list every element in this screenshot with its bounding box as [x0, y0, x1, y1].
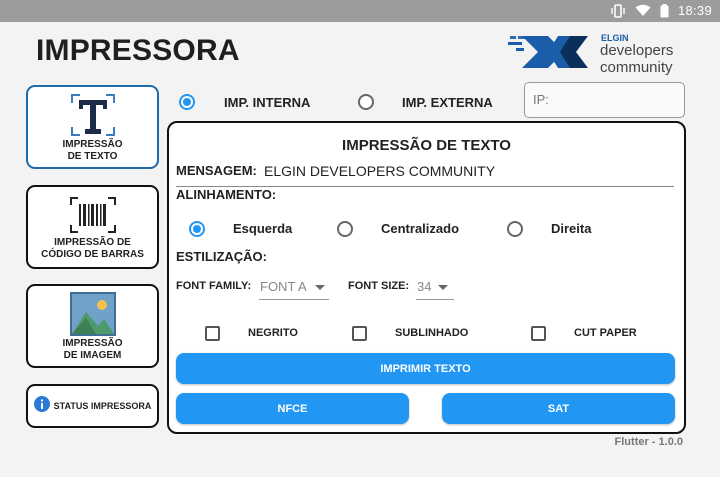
external-printer-label: IMP. EXTERNA	[402, 95, 493, 110]
sidebar-item-label: IMPRESSÃO DE IMAGEM	[62, 338, 123, 361]
align-center-label: Centralizado	[381, 221, 460, 236]
logo-line1: developers	[600, 42, 674, 59]
radio-align-center[interactable]	[337, 221, 353, 237]
internal-printer-label: IMP. INTERNA	[224, 95, 311, 110]
font-size-label: FONT SIZE:	[348, 280, 410, 292]
checkbox-underline-label: SUBLINHADO	[395, 327, 469, 339]
nfce-button[interactable]: NFCE	[176, 393, 409, 424]
ip-input[interactable]: IP:	[524, 82, 685, 118]
elgin-developers-logo: ELGIN developers community	[508, 30, 688, 78]
font-size-underline	[416, 299, 454, 300]
checkbox-underline[interactable]	[352, 326, 367, 341]
font-family-underline	[259, 299, 329, 300]
radio-align-left[interactable]	[189, 221, 205, 237]
print-text-button[interactable]: IMPRIMIR TEXTO	[176, 353, 675, 384]
battery-icon	[660, 3, 669, 18]
font-family-label: FONT FAMILY:	[176, 280, 252, 292]
barcode-icon	[28, 197, 157, 233]
message-input[interactable]: ELGIN DEVELOPERS COMMUNITY	[264, 163, 495, 179]
info-icon	[33, 396, 50, 416]
image-icon	[28, 292, 157, 336]
styling-label: ESTILIZAÇÃO:	[176, 249, 267, 264]
sidebar-item-label: IMPRESSÃO DE CÓDIGO DE BARRAS	[41, 237, 144, 260]
checkbox-cut-paper[interactable]	[531, 326, 546, 341]
vibrate-icon	[610, 3, 626, 18]
sidebar-item-text-printing[interactable]: IMPRESSÃO DE TEXTO	[26, 85, 159, 169]
sat-button[interactable]: SAT	[442, 393, 675, 424]
sidebar-item-printer-status[interactable]: STATUS IMPRESSORA	[26, 384, 159, 428]
message-label: MENSAGEM:	[176, 163, 257, 178]
checkbox-bold[interactable]	[205, 326, 220, 341]
logo-line2: community	[600, 59, 673, 76]
checkbox-bold-label: NEGRITO	[248, 327, 298, 339]
font-size-select[interactable]: 34	[417, 279, 431, 294]
align-left-label: Esquerda	[233, 221, 293, 236]
sidebar-item-label: STATUS IMPRESSORA	[53, 401, 152, 411]
page-title: IMPRESSORA	[36, 34, 240, 67]
panel-title: IMPRESSÃO DE TEXTO	[342, 137, 511, 154]
alignment-label: ALINHAMENTO:	[176, 187, 277, 202]
radio-internal-printer[interactable]	[179, 94, 195, 110]
font-family-select[interactable]: FONT A	[260, 279, 307, 294]
radio-external-printer[interactable]	[358, 94, 374, 110]
chevron-down-icon[interactable]	[438, 285, 448, 290]
text-icon	[28, 93, 157, 137]
status-icons: 18:39	[610, 3, 712, 18]
status-bar: 18:39	[0, 0, 720, 22]
sidebar-item-barcode-printing[interactable]: IMPRESSÃO DE CÓDIGO DE BARRAS	[26, 185, 159, 269]
checkbox-cut-paper-label: CUT PAPER	[574, 327, 637, 339]
status-time: 18:39	[677, 3, 712, 18]
sidebar-item-label: IMPRESSÃO DE TEXTO	[62, 139, 123, 162]
version-label: Flutter - 1.0.0	[614, 436, 683, 448]
sidebar-item-image-printing[interactable]: IMPRESSÃO DE IMAGEM	[26, 284, 159, 368]
align-right-label: Direita	[551, 221, 592, 236]
elgin-logo-mark-icon	[508, 36, 588, 68]
radio-align-right[interactable]	[507, 221, 523, 237]
wifi-icon	[635, 4, 651, 17]
chevron-down-icon[interactable]	[315, 285, 325, 290]
